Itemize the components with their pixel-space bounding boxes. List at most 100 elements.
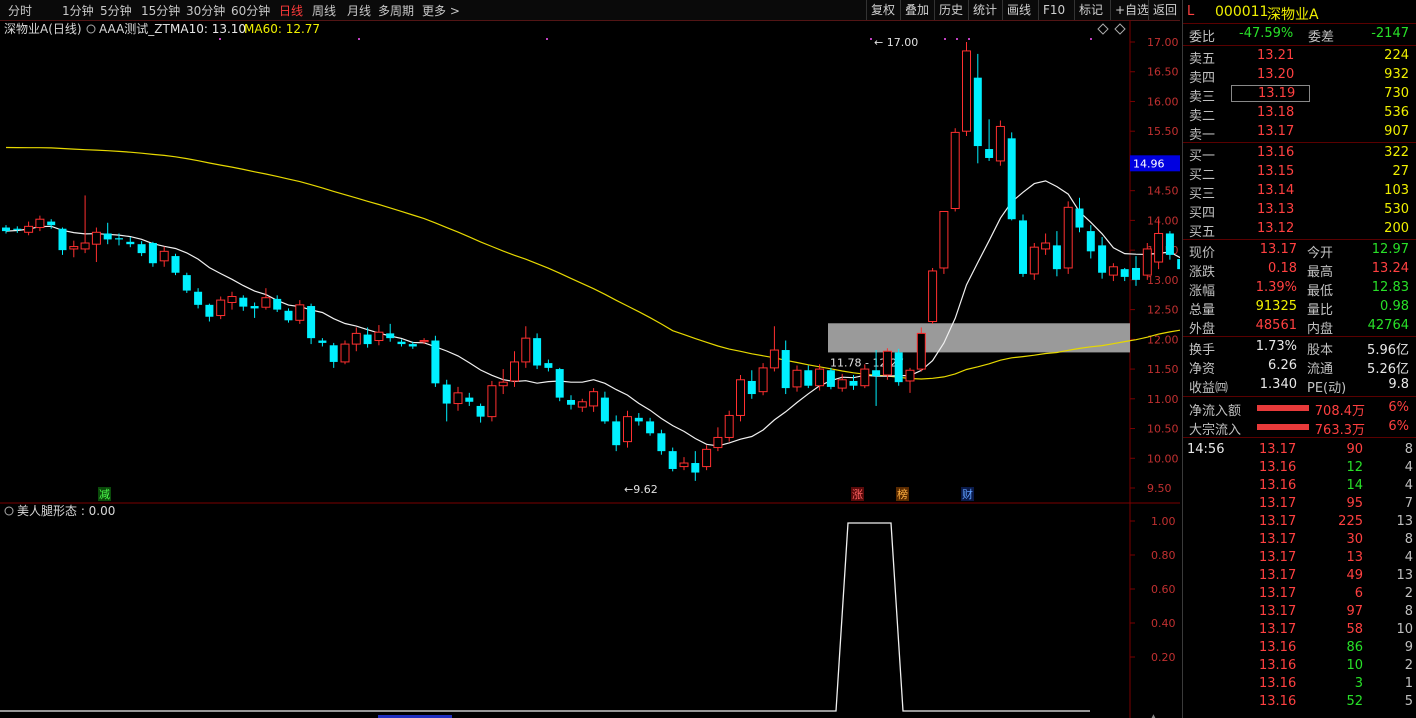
candle-down bbox=[567, 399, 575, 405]
period-5[interactable]: 60分钟 bbox=[231, 2, 270, 19]
period-6[interactable]: 日线 bbox=[279, 2, 303, 19]
stat-label: 涨跌 bbox=[1189, 265, 1216, 280]
signal-dot bbox=[944, 38, 946, 40]
period-9[interactable]: 多周期 bbox=[378, 2, 414, 19]
candle-up bbox=[792, 369, 802, 388]
tick-price: 13.17 bbox=[1259, 550, 1297, 565]
toolbar-button-2[interactable]: 历史 bbox=[934, 0, 967, 20]
period-10[interactable]: 更多 > bbox=[422, 2, 460, 19]
tick-count: 2 bbox=[1404, 658, 1413, 673]
stat-value: 13.17 bbox=[1259, 242, 1297, 257]
tick-count: 5 bbox=[1404, 694, 1413, 709]
flow-value: 708.4万 bbox=[1314, 404, 1365, 419]
finance-label: 收益㈣ bbox=[1189, 381, 1229, 396]
buy-volume: 530 bbox=[1384, 202, 1409, 217]
toolbar-button-6[interactable]: 标记 bbox=[1074, 0, 1107, 20]
period-0[interactable]: 分时 bbox=[8, 2, 32, 19]
tick-row: 13.16 12 4 bbox=[1183, 459, 1416, 477]
stat-label: 最高 bbox=[1307, 265, 1334, 280]
price-tick-label: 14.00 bbox=[1147, 214, 1179, 227]
candle-down bbox=[115, 238, 123, 240]
toolbar-button-7[interactable]: +自选 bbox=[1110, 0, 1153, 20]
price-tick-label: 14.50 bbox=[1147, 185, 1179, 198]
tick-volume: 6 bbox=[1354, 586, 1363, 601]
finance-label: 净资 bbox=[1189, 362, 1216, 377]
stat-label: 量比 bbox=[1307, 303, 1334, 318]
candle-down bbox=[634, 417, 643, 422]
buy-label: 买三 bbox=[1189, 187, 1216, 202]
candle-up bbox=[882, 350, 892, 376]
toolbar-button-0[interactable]: 复权 bbox=[866, 0, 899, 20]
tick-count: 13 bbox=[1396, 568, 1413, 583]
candle-down bbox=[1120, 269, 1129, 277]
tick-count: 13 bbox=[1396, 514, 1413, 529]
indicator-tick-label: 0.20 bbox=[1151, 651, 1176, 664]
stat-label: 现价 bbox=[1189, 246, 1216, 261]
high-annotation: ← 17.00 bbox=[874, 36, 918, 49]
tick-price: 13.16 bbox=[1259, 460, 1297, 475]
price-tick-label: 13.00 bbox=[1147, 274, 1179, 287]
buy-label: 买二 bbox=[1189, 168, 1216, 183]
period-1[interactable]: 1分钟 bbox=[62, 2, 94, 19]
candle-up bbox=[216, 299, 226, 317]
toolbar-button-3[interactable]: 统计 bbox=[968, 0, 1001, 20]
sell-label: 卖五 bbox=[1189, 52, 1216, 67]
period-3[interactable]: 15分钟 bbox=[141, 2, 180, 19]
tick-volume: 52 bbox=[1346, 694, 1363, 709]
candle-up bbox=[962, 50, 971, 132]
price-tick-label: 16.00 bbox=[1147, 95, 1179, 108]
indicator-tick-label: 0.80 bbox=[1151, 549, 1176, 562]
tick-row: 13.17 225 13 bbox=[1183, 513, 1416, 531]
toolbar-button-8[interactable]: 返回 bbox=[1148, 0, 1181, 20]
period-2[interactable]: 5分钟 bbox=[100, 2, 132, 19]
period-7[interactable]: 周线 bbox=[312, 2, 336, 19]
candle-up bbox=[1108, 266, 1118, 276]
diamond-icon bbox=[1097, 23, 1109, 35]
sell-level: 卖五 13.21 224 bbox=[1183, 47, 1416, 67]
candle-up bbox=[905, 369, 915, 382]
candle-up bbox=[837, 379, 847, 389]
tick-count: 1 bbox=[1404, 676, 1413, 691]
finance-row: 收益㈣ 1.340 PE(动) 9.8 bbox=[1183, 376, 1416, 396]
tick-row: 13.17 13 4 bbox=[1183, 549, 1416, 567]
period-8[interactable]: 月线 bbox=[347, 2, 371, 19]
sell-level: 卖四 13.20 932 bbox=[1183, 66, 1416, 86]
candle-up bbox=[80, 242, 90, 250]
finance-row: 净资 6.26 流通 5.26亿 bbox=[1183, 357, 1416, 377]
candle-down bbox=[13, 228, 22, 230]
candle-down bbox=[194, 291, 203, 305]
candle-up bbox=[498, 381, 508, 387]
stat-label: 外盘 bbox=[1189, 322, 1216, 337]
candle-up bbox=[159, 250, 169, 262]
candle-down bbox=[182, 275, 191, 291]
toolbar-button-5[interactable]: F10 bbox=[1038, 0, 1069, 20]
candle-up bbox=[1041, 242, 1051, 250]
finance-label: PE(动) bbox=[1307, 381, 1347, 396]
candle-up bbox=[623, 416, 632, 443]
buy-level: 买五 13.12 200 bbox=[1183, 220, 1416, 240]
candle-up bbox=[340, 343, 350, 363]
tick-row: 13.16 14 4 bbox=[1183, 477, 1416, 495]
period-4[interactable]: 30分钟 bbox=[186, 2, 225, 19]
candle-down bbox=[148, 242, 157, 264]
tick-row: 13.16 3 1 bbox=[1183, 675, 1416, 693]
chart-stock-label: 深物业A(日线) bbox=[4, 22, 82, 36]
kline-chart[interactable]: 深物业A(日线) AAA测试_ZT MA10: 13.10MA60: 12.77 17… bbox=[0, 20, 1180, 718]
candle-down bbox=[126, 241, 135, 245]
tick-volume: 30 bbox=[1346, 532, 1363, 547]
stat-label: 总量 bbox=[1189, 303, 1216, 318]
weibi-row: 委比 -47.59% 委差 -2147 bbox=[1189, 26, 1409, 45]
toolbar-button-1[interactable]: 叠加 bbox=[900, 0, 933, 20]
buy-volume: 27 bbox=[1392, 164, 1409, 179]
toolbar-button-4[interactable]: 画线 bbox=[1002, 0, 1035, 20]
candle-up bbox=[860, 368, 870, 387]
candle-down bbox=[657, 433, 666, 452]
ma10-label: MA10: 13.10 bbox=[170, 22, 246, 36]
tick-row: 14:56 13.17 90 8 bbox=[1183, 441, 1416, 459]
sell-level: 卖二 13.18 536 bbox=[1183, 104, 1416, 124]
market-flag: L bbox=[1187, 4, 1195, 19]
price-tick-label: 9.50 bbox=[1147, 482, 1172, 495]
tick-count: 10 bbox=[1396, 622, 1413, 637]
candle-up bbox=[453, 392, 463, 405]
diamond-icon bbox=[1114, 23, 1126, 35]
